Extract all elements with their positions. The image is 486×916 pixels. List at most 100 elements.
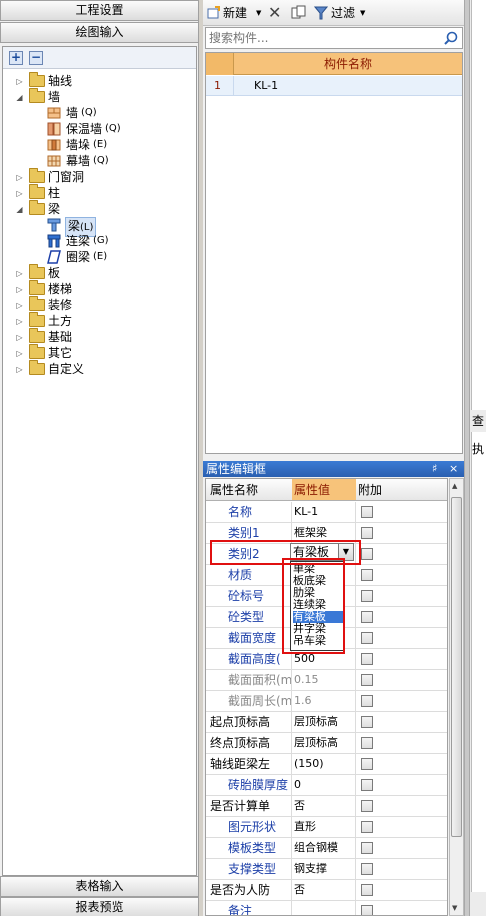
extra-checkbox[interactable] xyxy=(361,779,373,791)
tree-item-wall-pier[interactable]: 墙垛 (E) xyxy=(3,137,193,153)
property-row[interactable]: 备注 xyxy=(206,901,447,915)
tree-item-wall[interactable]: 墙 (Q) xyxy=(3,105,193,121)
expand-icon[interactable]: ▷ xyxy=(15,317,24,326)
tree-item-beam-group[interactable]: ◢ 梁 xyxy=(3,200,193,217)
extra-checkbox[interactable] xyxy=(361,821,373,833)
property-row[interactable]: 砖胎膜厚度 0 xyxy=(206,775,447,796)
tree-item-column[interactable]: ▷ 柱 xyxy=(3,184,193,201)
property-value[interactable] xyxy=(292,901,356,915)
expand-icon[interactable]: ▷ xyxy=(15,301,24,310)
scroll-down-icon[interactable]: ▼ xyxy=(452,904,457,912)
property-row[interactable]: 支撑类型 钢支撑 xyxy=(206,859,447,880)
expand-icon[interactable]: ▷ xyxy=(15,333,24,342)
property-row[interactable]: 是否计算单否 xyxy=(206,796,447,817)
project-settings-button[interactable]: 工程设置 xyxy=(0,0,199,21)
property-row[interactable]: 模板类型 组合钢模 xyxy=(206,838,447,859)
extra-checkbox[interactable] xyxy=(361,863,373,875)
expand-all-icon[interactable]: + xyxy=(9,51,23,65)
grid-column-header[interactable]: 构件名称 xyxy=(234,53,462,75)
copy-icon[interactable] xyxy=(291,4,307,22)
property-value[interactable]: 1.6 xyxy=(292,691,356,711)
tree-item-earthwork[interactable]: ▷ 土方 xyxy=(3,312,193,329)
extra-checkbox[interactable] xyxy=(361,758,373,770)
expand-icon[interactable]: ▷ xyxy=(15,365,24,374)
tree-item-openings[interactable]: ▷ 门窗洞 xyxy=(3,168,193,185)
drawing-input-button[interactable]: 绘图输入 xyxy=(0,22,199,43)
property-row[interactable]: 图元形状 直形 xyxy=(206,817,447,838)
property-row[interactable]: 截面周长(m 1.6 xyxy=(206,691,447,712)
property-row[interactable]: 是否为人防否 xyxy=(206,880,447,901)
tree-item-insulation-wall[interactable]: 保温墙 (Q) xyxy=(3,121,193,137)
property-grid-header: 属性名称 属性值 附加 xyxy=(206,479,447,501)
property-value[interactable]: KL-1 xyxy=(292,502,356,522)
tree-item-other[interactable]: ▷ 其它 xyxy=(3,344,193,361)
extra-checkbox[interactable] xyxy=(361,737,373,749)
tree-item-wall-group[interactable]: ◢ 墙 xyxy=(3,88,193,105)
expand-icon[interactable]: ▷ xyxy=(15,173,24,182)
extra-checkbox[interactable] xyxy=(361,716,373,728)
report-preview-button[interactable]: 报表预览 xyxy=(0,897,199,916)
extra-checkbox[interactable] xyxy=(361,905,373,915)
extra-checkbox[interactable] xyxy=(361,695,373,707)
property-row[interactable]: 名称 KL-1 xyxy=(206,502,447,523)
property-value[interactable]: 否 xyxy=(292,796,356,816)
property-value[interactable]: 直形 xyxy=(292,817,356,837)
property-scrollbar[interactable]: ▲ ▼ xyxy=(449,478,464,916)
scrollbar-thumb[interactable] xyxy=(451,497,462,837)
new-button[interactable]: 新建 ▼ xyxy=(206,4,264,22)
extra-checkbox[interactable] xyxy=(361,569,373,581)
property-row[interactable]: 轴线距梁左 (150) xyxy=(206,754,447,775)
extra-checkbox[interactable] xyxy=(361,800,373,812)
property-value[interactable]: (150) xyxy=(292,754,356,774)
tree-item-custom[interactable]: ▷ 自定义 xyxy=(3,360,193,377)
collapse-icon[interactable]: ◢ xyxy=(15,205,24,214)
property-row[interactable]: 截面面积(m 0.15 xyxy=(206,670,447,691)
property-row[interactable]: 终点顶标高 层顶标高 xyxy=(206,733,447,754)
table-input-button[interactable]: 表格输入 xyxy=(0,876,199,897)
property-row[interactable]: 起点顶标高 层顶标高 xyxy=(206,712,447,733)
extra-checkbox[interactable] xyxy=(361,632,373,644)
property-value[interactable]: 层顶标高 xyxy=(292,712,356,732)
extra-checkbox[interactable] xyxy=(361,884,373,896)
tree-item-decoration[interactable]: ▷ 装修 xyxy=(3,296,193,313)
expand-icon[interactable]: ▷ xyxy=(15,77,24,86)
scroll-up-icon[interactable]: ▲ xyxy=(452,482,457,490)
pin-icon[interactable]: ♯ xyxy=(432,461,437,477)
tree-item-beam[interactable]: 梁(L) xyxy=(3,217,193,237)
search-icon[interactable] xyxy=(444,31,458,45)
filter-button[interactable]: 过滤 ▼ xyxy=(314,4,369,22)
search-input[interactable] xyxy=(209,30,434,46)
extra-checkbox[interactable] xyxy=(361,527,373,539)
collapse-all-icon[interactable]: − xyxy=(29,51,43,65)
extra-checkbox[interactable] xyxy=(361,842,373,854)
tree-item-ring-beam[interactable]: 圈梁 (E) xyxy=(3,249,193,265)
component-name-cell[interactable]: KL-1 xyxy=(254,76,278,95)
property-value[interactable]: 0 xyxy=(292,775,356,795)
extra-checkbox[interactable] xyxy=(361,548,373,560)
tree-item-curtain-wall[interactable]: 幕墙 (Q) xyxy=(3,153,193,169)
tree-item-coupling-beam[interactable]: 连梁 (G) xyxy=(3,233,193,249)
extra-checkbox[interactable] xyxy=(361,653,373,665)
property-value[interactable]: 钢支撑 xyxy=(292,859,356,879)
property-value[interactable]: 组合钢模 xyxy=(292,838,356,858)
extra-checkbox[interactable] xyxy=(361,611,373,623)
property-value[interactable]: 0.15 xyxy=(292,670,356,690)
tree-item-foundation[interactable]: ▷ 基础 xyxy=(3,328,193,345)
expand-icon[interactable]: ▷ xyxy=(15,189,24,198)
tree-item-slab[interactable]: ▷ 板 xyxy=(3,264,193,281)
expand-icon[interactable]: ▷ xyxy=(15,269,24,278)
extra-checkbox[interactable] xyxy=(361,590,373,602)
extra-checkbox[interactable] xyxy=(361,506,373,518)
close-icon[interactable]: × xyxy=(449,461,458,477)
tree-item-axis[interactable]: ▷ 轴线 xyxy=(3,72,193,89)
delete-icon[interactable]: ✕ xyxy=(268,4,284,22)
extra-checkbox[interactable] xyxy=(361,674,373,686)
tree-item-label: 圈梁 xyxy=(66,250,91,264)
expand-icon[interactable]: ▷ xyxy=(15,349,24,358)
collapse-icon[interactable]: ◢ xyxy=(15,93,24,102)
tree-item-stairs[interactable]: ▷ 楼梯 xyxy=(3,280,193,297)
table-row[interactable]: 1 KL-1 xyxy=(206,76,462,96)
property-value[interactable]: 层顶标高 xyxy=(292,733,356,753)
expand-icon[interactable]: ▷ xyxy=(15,285,24,294)
property-value[interactable]: 否 xyxy=(292,880,356,900)
